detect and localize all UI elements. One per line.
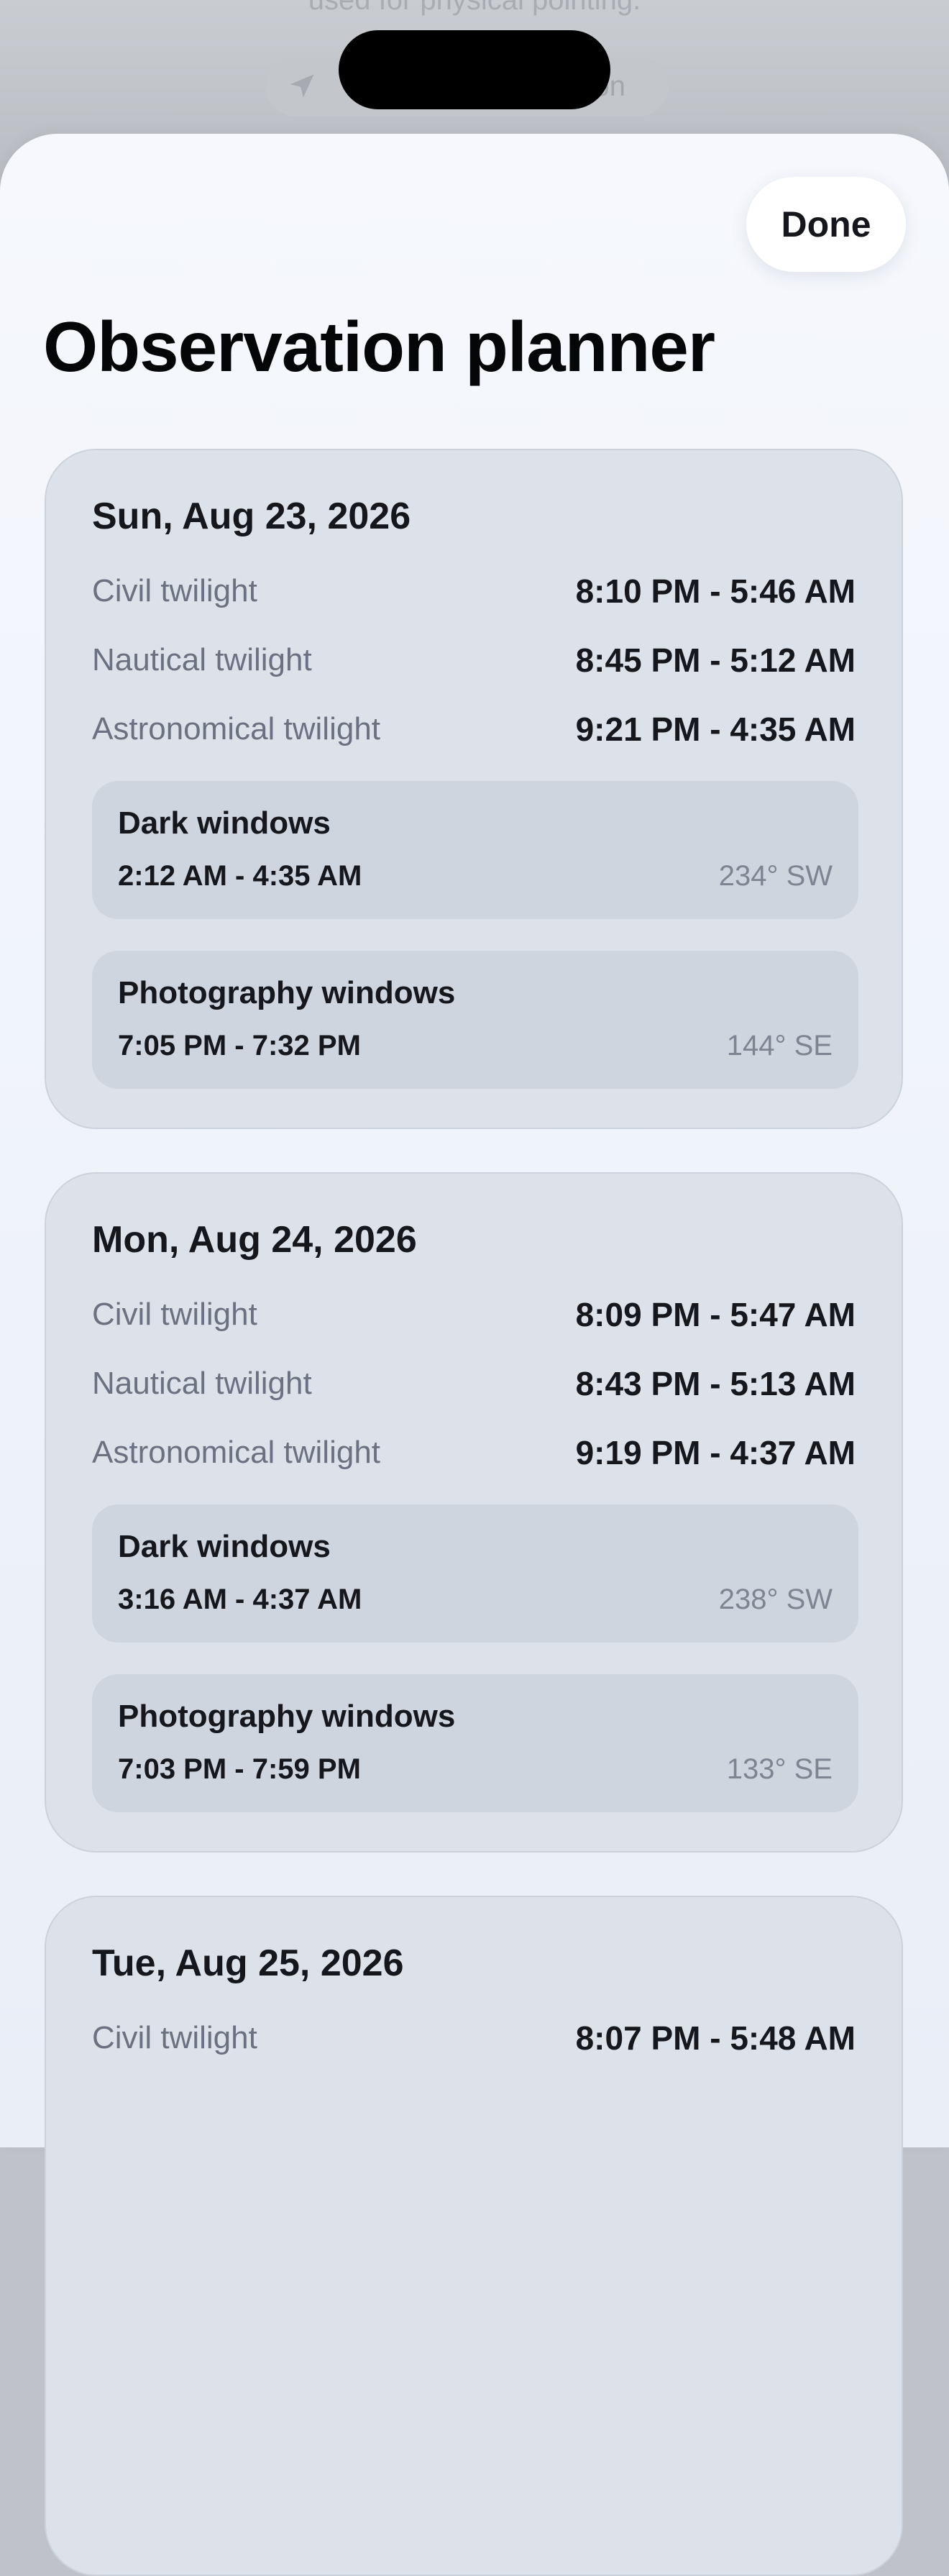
day-card: Tue, Aug 25, 2026 Civil twilight 8:07 PM… xyxy=(45,1896,903,2576)
dynamic-island xyxy=(339,30,610,109)
day-date: Tue, Aug 25, 2026 xyxy=(92,1942,404,1984)
dark-window-panel: Dark windows 3:16 AM - 4:37 AM 238° SW xyxy=(92,1504,858,1643)
twilight-label: Civil twilight xyxy=(92,2020,257,2055)
window-title: Photography windows xyxy=(118,1699,456,1734)
twilight-row: Nautical twilight 8:45 PM - 5:12 AM xyxy=(92,639,856,682)
twilight-row: Civil twilight 8:07 PM - 5:48 AM xyxy=(92,2017,856,2060)
window-time: 3:16 AM - 4:37 AM xyxy=(118,1584,362,1615)
twilight-time: 9:19 PM - 4:37 AM xyxy=(575,1434,856,1471)
twilight-time: 8:07 PM - 5:48 AM xyxy=(575,2019,856,2057)
window-direction: 234° SW xyxy=(718,860,833,892)
observation-planner-sheet: Done Observation planner Sun, Aug 23, 20… xyxy=(0,134,949,2576)
page-title: Observation planner xyxy=(43,307,715,386)
twilight-time: 8:10 PM - 5:46 AM xyxy=(575,572,856,610)
twilight-time: 8:43 PM - 5:13 AM xyxy=(575,1365,856,1402)
twilight-time: 8:45 PM - 5:12 AM xyxy=(575,641,856,679)
window-title: Dark windows xyxy=(118,1529,331,1564)
twilight-row: Astronomical twilight 9:21 PM - 4:35 AM xyxy=(92,708,856,751)
window-title: Dark windows xyxy=(118,805,331,841)
twilight-label: Civil twilight xyxy=(92,1297,257,1332)
window-direction: 238° SW xyxy=(718,1584,833,1615)
window-time: 7:03 PM - 7:59 PM xyxy=(118,1753,361,1785)
window-direction: 144° SE xyxy=(726,1030,833,1061)
photography-window-panel: Photography windows 7:05 PM - 7:32 PM 14… xyxy=(92,951,858,1089)
day-date: Sun, Aug 23, 2026 xyxy=(92,495,411,537)
photography-window-panel: Photography windows 7:03 PM - 7:59 PM 13… xyxy=(92,1674,858,1812)
background-text: used for physical pointing. xyxy=(308,0,641,16)
twilight-time: 8:09 PM - 5:47 AM xyxy=(575,1296,856,1333)
dark-window-panel: Dark windows 2:12 AM - 4:35 AM 234° SW xyxy=(92,781,858,919)
twilight-label: Nautical twilight xyxy=(92,642,312,677)
twilight-row: Nautical twilight 8:43 PM - 5:13 AM xyxy=(92,1362,856,1405)
day-card: Sun, Aug 23, 2026 Civil twilight 8:10 PM… xyxy=(45,449,903,1129)
twilight-label: Civil twilight xyxy=(92,573,257,608)
twilight-label: Astronomical twilight xyxy=(92,711,381,746)
twilight-label: Nautical twilight xyxy=(92,1366,312,1401)
window-time: 7:05 PM - 7:32 PM xyxy=(118,1030,361,1061)
twilight-row: Civil twilight 8:09 PM - 5:47 AM xyxy=(92,1293,856,1336)
location-arrow-icon xyxy=(290,74,314,98)
twilight-time: 9:21 PM - 4:35 AM xyxy=(575,711,856,748)
window-direction: 133° SE xyxy=(726,1753,833,1785)
day-date: Mon, Aug 24, 2026 xyxy=(92,1219,417,1261)
window-title: Photography windows xyxy=(118,975,456,1010)
day-card: Mon, Aug 24, 2026 Civil twilight 8:09 PM… xyxy=(45,1172,903,1853)
twilight-label: Astronomical twilight xyxy=(92,1435,381,1470)
twilight-row: Astronomical twilight 9:19 PM - 4:37 AM xyxy=(92,1431,856,1474)
window-time: 2:12 AM - 4:35 AM xyxy=(118,860,362,892)
twilight-row: Civil twilight 8:10 PM - 5:46 AM xyxy=(92,570,856,613)
done-button[interactable]: Done xyxy=(746,177,906,272)
